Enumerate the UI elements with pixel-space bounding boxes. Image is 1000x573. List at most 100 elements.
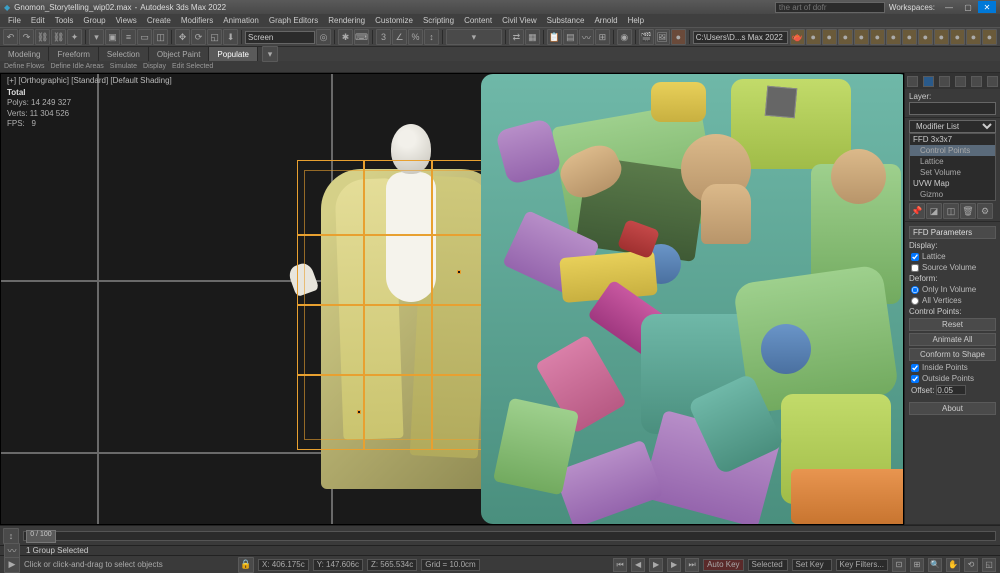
menu-tools[interactable]: Tools xyxy=(51,16,78,25)
viewport-scene[interactable] xyxy=(1,74,903,524)
mirror-button[interactable]: ⇄ xyxy=(509,29,524,45)
remove-modifier-button[interactable]: 🗑 xyxy=(960,203,976,219)
menu-arnold[interactable]: Arnold xyxy=(590,16,621,25)
menu-modifiers[interactable]: Modifiers xyxy=(177,16,217,25)
curve-editor-button[interactable]: 〰 xyxy=(579,29,594,45)
only-in-volume-radio[interactable] xyxy=(911,286,919,294)
outside-points-checkbox[interactable] xyxy=(911,375,919,383)
angle-snap-button[interactable]: ∠ xyxy=(392,29,407,45)
keyboard-shortcut-button[interactable]: ⌨ xyxy=(354,29,369,45)
conform-shape-button[interactable]: Conform to Shape xyxy=(909,348,996,361)
play-button[interactable]: ▶ xyxy=(649,558,663,572)
source-volume-checkbox[interactable] xyxy=(911,264,919,272)
mod-set-volume[interactable]: Set Volume xyxy=(910,167,995,178)
custom-tool-5[interactable]: ● xyxy=(870,29,885,45)
time-thumb[interactable]: 0 / 100 xyxy=(26,530,56,543)
pan-button[interactable]: ✋ xyxy=(946,558,960,572)
goto-end-button[interactable]: ⏭ xyxy=(685,558,699,572)
ribbon-tab-selection[interactable]: Selection xyxy=(99,47,149,61)
viewport[interactable]: [+] [Orthographic] [Standard] [Default S… xyxy=(0,73,904,525)
layer-explorer-button[interactable]: 📋 xyxy=(547,29,562,45)
animate-all-button[interactable]: Animate All xyxy=(909,333,996,346)
custom-tool-9[interactable]: ● xyxy=(934,29,949,45)
lock-selection-button[interactable]: 🔒 xyxy=(238,557,254,573)
material-editor-button[interactable]: ◉ xyxy=(617,29,632,45)
undo-button[interactable]: ↶ xyxy=(3,29,18,45)
viewport-label[interactable]: [+] [Orthographic] [Standard] [Default S… xyxy=(7,76,172,85)
custom-tool-7[interactable]: ● xyxy=(902,29,917,45)
custom-tool-8[interactable]: ● xyxy=(918,29,933,45)
maximize-button[interactable]: ▢ xyxy=(959,1,977,13)
selection-region-button[interactable]: ▭ xyxy=(137,29,152,45)
align-button[interactable]: ▦ xyxy=(525,29,540,45)
render-button[interactable]: ● xyxy=(671,29,686,45)
mod-control-points[interactable]: Control Points xyxy=(910,145,995,156)
ribbon-tab-modeling[interactable]: Modeling xyxy=(0,47,49,61)
mod-gizmo[interactable]: Gizmo xyxy=(910,189,995,200)
close-button[interactable]: ✕ xyxy=(978,1,996,13)
custom-tool-3[interactable]: ● xyxy=(838,29,853,45)
window-crossing-button[interactable]: ◫ xyxy=(153,29,168,45)
ribbon-expand-button[interactable]: ▾ xyxy=(262,46,278,62)
x-coord[interactable]: X: 406.175c xyxy=(258,559,309,571)
custom-tool-4[interactable]: ● xyxy=(854,29,869,45)
zoom-extents-all-button[interactable]: ⊞ xyxy=(910,558,924,572)
spinner-snap-button[interactable]: ↕ xyxy=(424,29,439,45)
named-selection-dropdown[interactable]: ▾ xyxy=(446,29,502,45)
ribbon-tab-objectpaint[interactable]: Object Paint xyxy=(149,47,210,61)
custom-tool-12[interactable]: ● xyxy=(982,29,997,45)
custom-tool-2[interactable]: ● xyxy=(822,29,837,45)
sub-edit-selected[interactable]: Edit Selected xyxy=(172,63,213,70)
rollout-ffd-parameters[interactable]: FFD Parameters xyxy=(909,226,996,239)
redo-button[interactable]: ↷ xyxy=(19,29,34,45)
prev-frame-button[interactable]: ◀ xyxy=(631,558,645,572)
select-by-name-button[interactable]: ≡ xyxy=(121,29,136,45)
select-rotate-button[interactable]: ⟳ xyxy=(191,29,206,45)
select-place-button[interactable]: ⬇ xyxy=(223,29,238,45)
render-frame-button[interactable]: 🖼 xyxy=(655,29,670,45)
modify-tab[interactable] xyxy=(923,76,934,87)
toggle-ribbon-button[interactable]: ▤ xyxy=(563,29,578,45)
menu-customize[interactable]: Customize xyxy=(371,16,417,25)
link-button[interactable]: ⛓ xyxy=(35,29,50,45)
teapot-icon[interactable]: 🫖 xyxy=(790,29,805,45)
menu-file[interactable]: File xyxy=(4,16,25,25)
show-end-result-button[interactable]: ◪ xyxy=(926,203,942,219)
ribbon-tab-populate[interactable]: Populate xyxy=(209,47,258,61)
utilities-tab[interactable] xyxy=(987,76,998,87)
use-pivot-center-button[interactable]: ◎ xyxy=(316,29,331,45)
select-move-button[interactable]: ✥ xyxy=(175,29,190,45)
menu-scripting[interactable]: Scripting xyxy=(419,16,458,25)
display-tab[interactable] xyxy=(971,76,982,87)
menu-content[interactable]: Content xyxy=(460,16,496,25)
view-cube[interactable] xyxy=(759,80,803,124)
mod-lattice[interactable]: Lattice xyxy=(910,156,995,167)
bind-space-warp-button[interactable]: ✦ xyxy=(67,29,82,45)
goto-start-button[interactable]: ⏮ xyxy=(613,558,627,572)
menu-substance[interactable]: Substance xyxy=(543,16,589,25)
custom-tool-1[interactable]: ● xyxy=(806,29,821,45)
menu-animation[interactable]: Animation xyxy=(219,16,263,25)
selected-filter[interactable]: Selected xyxy=(748,559,788,571)
hierarchy-tab[interactable] xyxy=(939,76,950,87)
make-unique-button[interactable]: ◫ xyxy=(943,203,959,219)
menu-views[interactable]: Views xyxy=(112,16,141,25)
custom-tool-11[interactable]: ● xyxy=(966,29,981,45)
about-button[interactable]: About xyxy=(909,402,996,415)
project-path-input[interactable] xyxy=(693,31,788,44)
auto-key-button[interactable]: Auto Key xyxy=(703,559,743,571)
timeline-config-button[interactable]: ↕ xyxy=(3,528,19,544)
ref-coord-dropdown[interactable] xyxy=(245,31,315,44)
motion-tab[interactable] xyxy=(955,76,966,87)
menu-help[interactable]: Help xyxy=(624,16,648,25)
z-coord[interactable]: Z: 565.534c xyxy=(367,559,417,571)
zoom-button[interactable]: 🔍 xyxy=(928,558,942,572)
menu-group[interactable]: Group xyxy=(79,16,109,25)
sub-simulate[interactable]: Simulate xyxy=(110,63,137,70)
track-bar[interactable]: 〰 1 Group Selected xyxy=(0,545,1000,555)
help-search-input[interactable] xyxy=(775,2,885,13)
menu-rendering[interactable]: Rendering xyxy=(324,16,369,25)
select-scale-button[interactable]: ◱ xyxy=(207,29,222,45)
inside-points-checkbox[interactable] xyxy=(911,364,919,372)
menu-civilview[interactable]: Civil View xyxy=(498,16,541,25)
